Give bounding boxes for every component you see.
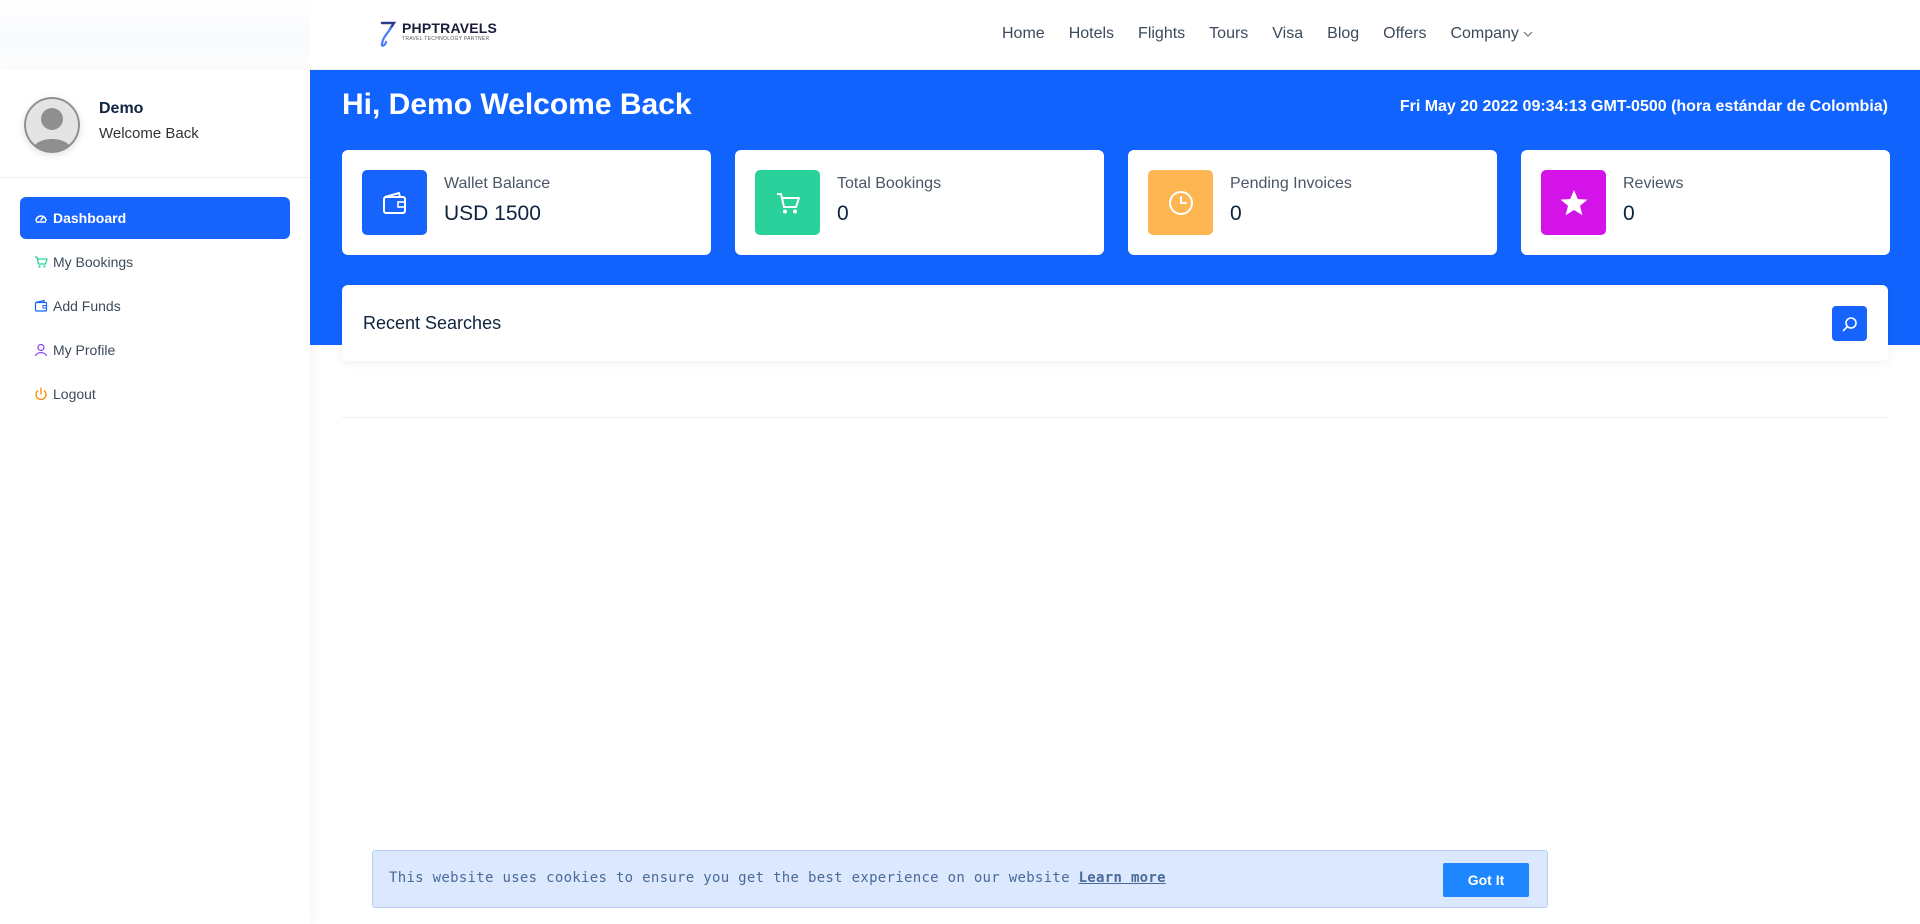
cookie-accept-button[interactable]: Got It [1443,863,1529,897]
main-nav: Home Hotels Flights Tours Visa Blog Offe… [1002,24,1533,44]
chevron-down-icon [1523,31,1533,37]
sidebar-item-my-profile[interactable]: My Profile [20,329,290,371]
sidebar-item-label: Logout [53,386,96,402]
stat-label: Reviews [1623,175,1684,192]
nav-home[interactable]: Home [1002,24,1045,44]
stat-card-total-bookings: Total Bookings 0 [735,150,1104,255]
stat-label: Wallet Balance [444,175,551,192]
dashboard-icon [35,215,47,223]
cart-icon [35,256,48,268]
sidebar-item-logout[interactable]: Logout [20,373,290,415]
content-divider [342,417,1888,418]
cart-icon [755,170,820,235]
sidebar-item-label: Dashboard [53,210,127,226]
user-avatar-icon [24,97,80,153]
page-title: Hi, Demo Welcome Back [342,88,692,121]
clock-icon [1148,170,1213,235]
nav-company-label: Company [1450,25,1519,42]
stat-label: Total Bookings [837,175,942,192]
stat-value: USD 1500 [444,202,541,225]
sidebar-item-label: My Bookings [53,254,134,270]
sidebar-item-dashboard[interactable]: Dashboard [20,197,290,239]
nav-visa[interactable]: Visa [1272,24,1303,44]
nav-blog[interactable]: Blog [1327,24,1359,44]
logo-tagline: TRAVEL TECHNOLOGY PARTNER [402,36,490,42]
user-icon [34,343,48,357]
datetime-display: Fri May 20 2022 09:34:13 GMT-0500 (hora … [1399,98,1888,115]
nav-company[interactable]: Company [1450,24,1533,44]
wallet-icon [362,170,427,235]
logo[interactable]: PHPTRAVELS TRAVEL TECHNOLOGY PARTNER [378,20,497,48]
nav-hotels[interactable]: Hotels [1069,24,1114,44]
top-header: PHPTRAVELS TRAVEL TECHNOLOGY PARTNER Hom… [0,0,1920,70]
stats-cards: Wallet Balance USD 1500 Total Bookings 0 [342,150,1890,255]
recent-searches-title: Recent Searches [363,313,502,333]
header-left-shade [0,0,310,70]
sidebar-item-label: Add Funds [53,298,121,314]
nav-tours[interactable]: Tours [1209,24,1248,44]
nav-flights[interactable]: Flights [1138,24,1185,44]
star-icon [1541,170,1606,235]
avatar [24,97,80,153]
sidebar: Demo Welcome Back Dashboard My Bookings [0,70,310,924]
sidebar-item-my-bookings[interactable]: My Bookings [20,241,290,283]
wallet-icon [34,299,48,312]
profile-block: Demo Welcome Back [0,70,310,178]
recent-searches-search-button[interactable] [1832,306,1867,341]
stat-card-wallet-balance: Wallet Balance USD 1500 [342,150,711,255]
search-icon [1842,316,1857,331]
sidebar-item-label: My Profile [53,342,116,358]
learn-more-link[interactable]: Learn more [1079,870,1166,886]
cookie-banner: This website uses cookies to ensure you … [372,850,1548,908]
stat-card-pending-invoices: Pending Invoices 0 [1128,150,1497,255]
profile-name: Demo [99,100,144,117]
stat-value: 0 [1230,202,1242,225]
nav-offers[interactable]: Offers [1383,24,1426,44]
power-icon [35,387,47,401]
profile-subtitle: Welcome Back [99,125,199,142]
stat-card-reviews: Reviews 0 [1521,150,1890,255]
logo-icon [380,21,397,47]
stat-label: Pending Invoices [1230,175,1352,192]
sidebar-menu: Dashboard My Bookings Add Funds My Profi… [20,197,290,417]
cookie-message: This website uses cookies to ensure you … [389,870,1166,886]
stat-value: 0 [1623,202,1635,225]
logo-name: PHPTRAVELS [402,20,498,36]
recent-searches-panel: Recent Searches [342,285,1888,361]
stat-value: 0 [837,202,849,225]
sidebar-item-add-funds[interactable]: Add Funds [20,285,290,327]
cookie-text: This website uses cookies to ensure you … [389,870,1070,886]
